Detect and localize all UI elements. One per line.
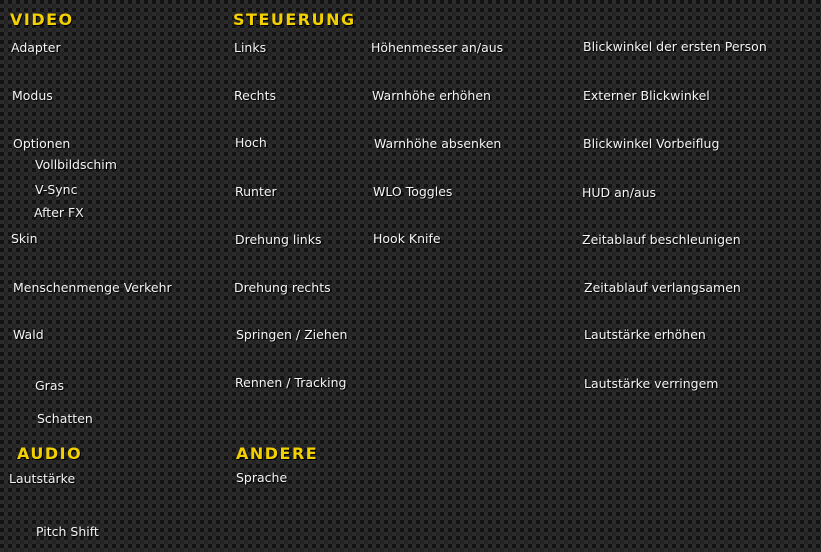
option-vollbildschirm[interactable]: Vollbildschim — [35, 157, 117, 173]
control-zeitablauf-verlangsamen[interactable]: Zeitablauf verlangsamen — [584, 280, 741, 296]
option-menschenmenge-verkehr[interactable]: Menschenmenge Verkehr — [13, 280, 172, 296]
option-after-fx[interactable]: After FX — [34, 205, 84, 221]
video-heading: VIDEO — [10, 10, 74, 29]
control-hud[interactable]: HUD an/aus — [582, 185, 656, 201]
option-lautstaerke[interactable]: Lautstärke — [9, 471, 75, 487]
control-springen-ziehen[interactable]: Springen / Ziehen — [236, 327, 347, 343]
control-hoch[interactable]: Hoch — [235, 135, 267, 151]
control-hoehenmesser[interactable]: Höhenmesser an/aus — [371, 40, 503, 56]
control-rechts[interactable]: Rechts — [234, 88, 276, 104]
option-wald[interactable]: Wald — [13, 327, 44, 343]
control-zeitablauf-beschleunigen[interactable]: Zeitablauf beschleunigen — [582, 232, 741, 248]
control-runter[interactable]: Runter — [235, 184, 277, 200]
option-gras[interactable]: Gras — [35, 378, 64, 394]
option-sprache[interactable]: Sprache — [236, 470, 287, 486]
control-links[interactable]: Links — [234, 40, 266, 56]
control-lautstaerke-erhoehen[interactable]: Lautstärke erhöhen — [584, 327, 706, 343]
control-drehung-links[interactable]: Drehung links — [235, 232, 321, 248]
option-optionen[interactable]: Optionen — [13, 136, 70, 152]
option-vsync[interactable]: V-Sync — [35, 182, 77, 198]
andere-heading: ANDERE — [236, 444, 319, 463]
control-lautstaerke-verringern[interactable]: Lautstärke verringem — [584, 376, 718, 392]
option-adapter[interactable]: Adapter — [11, 40, 61, 56]
audio-heading: AUDIO — [17, 444, 83, 463]
control-rennen-tracking[interactable]: Rennen / Tracking — [235, 375, 346, 391]
control-externer-blickwinkel[interactable]: Externer Blickwinkel — [583, 88, 710, 104]
option-modus[interactable]: Modus — [12, 88, 53, 104]
option-schatten[interactable]: Schatten — [37, 411, 93, 427]
control-wlo-toggles[interactable]: WLO Toggles — [373, 184, 452, 200]
steuerung-heading: STEUERUNG — [233, 10, 356, 29]
control-drehung-rechts[interactable]: Drehung rechts — [234, 280, 331, 296]
option-pitch-shift[interactable]: Pitch Shift — [36, 524, 99, 540]
control-blickwinkel-vorbeiflug[interactable]: Blickwinkel Vorbeiflug — [583, 136, 719, 152]
control-blickwinkel-erste-person[interactable]: Blickwinkel der ersten Person — [583, 39, 767, 55]
control-warnhoehe-absenken[interactable]: Warnhöhe absenken — [374, 136, 501, 152]
control-hook-knife[interactable]: Hook Knife — [373, 231, 441, 247]
option-skin[interactable]: Skin — [11, 231, 38, 247]
control-warnhoehe-erhoehen[interactable]: Warnhöhe erhöhen — [372, 88, 491, 104]
